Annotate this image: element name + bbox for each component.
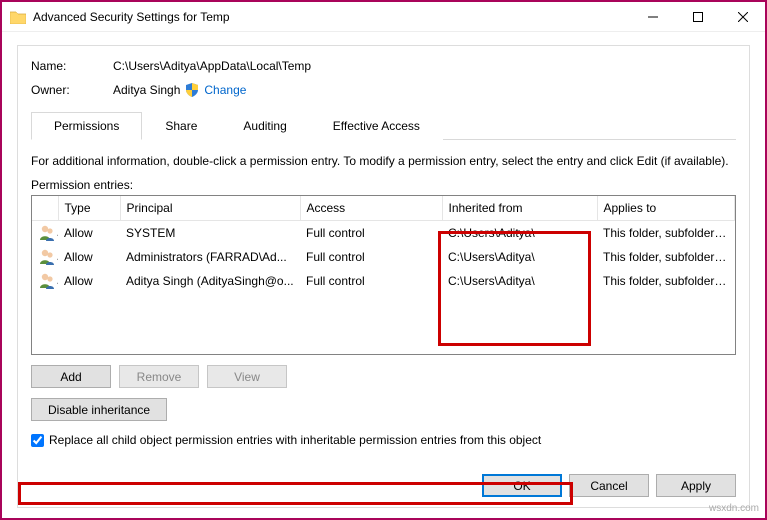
window-title: Advanced Security Settings for Temp bbox=[33, 10, 630, 24]
info-text: For additional information, double-click… bbox=[31, 154, 736, 168]
cell-type: Allow bbox=[58, 245, 120, 269]
apply-button[interactable]: Apply bbox=[656, 474, 736, 497]
name-row: Name: C:\Users\Aditya\AppData\Local\Temp bbox=[31, 59, 736, 73]
cell-principal: Aditya Singh (AdityaSingh@o... bbox=[120, 269, 300, 293]
owner-label: Owner: bbox=[31, 83, 113, 97]
add-button[interactable]: Add bbox=[31, 365, 111, 388]
tab-share[interactable]: Share bbox=[142, 112, 220, 140]
window-controls bbox=[630, 2, 765, 31]
column-principal[interactable]: Principal bbox=[120, 196, 300, 221]
cell-access: Full control bbox=[300, 245, 442, 269]
cell-access: Full control bbox=[300, 269, 442, 293]
cell-type: Allow bbox=[58, 221, 120, 246]
tab-effective-access[interactable]: Effective Access bbox=[310, 112, 443, 140]
cell-principal: Administrators (FARRAD\Ad... bbox=[120, 245, 300, 269]
window: Advanced Security Settings for Temp Name… bbox=[0, 0, 767, 520]
close-button[interactable] bbox=[720, 2, 765, 31]
user-group-icon bbox=[38, 248, 56, 266]
permission-entries-table[interactable]: Type Principal Access Inherited from App… bbox=[31, 195, 736, 355]
column-applies[interactable]: Applies to bbox=[597, 196, 735, 221]
cell-principal: SYSTEM bbox=[120, 221, 300, 246]
shield-icon bbox=[185, 83, 199, 97]
cell-inherited: C:\Users\Aditya\ bbox=[442, 221, 597, 246]
table-row[interactable]: AllowSYSTEMFull controlC:\Users\Aditya\T… bbox=[32, 221, 735, 246]
view-button: View bbox=[207, 365, 287, 388]
tab-auditing[interactable]: Auditing bbox=[220, 112, 309, 140]
cell-type: Allow bbox=[58, 269, 120, 293]
cell-applies: This folder, subfolders and files bbox=[597, 245, 735, 269]
replace-children-checkbox[interactable] bbox=[31, 434, 44, 447]
cell-inherited: C:\Users\Aditya\ bbox=[442, 245, 597, 269]
dialog-footer: OK Cancel Apply bbox=[482, 474, 736, 497]
column-type[interactable]: Type bbox=[58, 196, 120, 221]
owner-row: Owner: Aditya Singh Change bbox=[31, 83, 736, 97]
ok-button[interactable]: OK bbox=[482, 474, 562, 497]
column-access[interactable]: Access bbox=[300, 196, 442, 221]
change-owner-link[interactable]: Change bbox=[204, 83, 246, 97]
cell-applies: This folder, subfolders and files bbox=[597, 221, 735, 246]
title-bar: Advanced Security Settings for Temp bbox=[2, 2, 765, 32]
cell-applies: This folder, subfolders and files bbox=[597, 269, 735, 293]
name-label: Name: bbox=[31, 59, 113, 73]
user-group-icon bbox=[38, 224, 56, 242]
table-row[interactable]: AllowAdministrators (FARRAD\Ad...Full co… bbox=[32, 245, 735, 269]
content-area: Name: C:\Users\Aditya\AppData\Local\Temp… bbox=[2, 32, 765, 518]
user-group-icon bbox=[38, 272, 56, 290]
cell-access: Full control bbox=[300, 221, 442, 246]
cell-inherited: C:\Users\Aditya\ bbox=[442, 269, 597, 293]
remove-button: Remove bbox=[119, 365, 199, 388]
cancel-button[interactable]: Cancel bbox=[569, 474, 649, 497]
dialog-frame: Name: C:\Users\Aditya\AppData\Local\Temp… bbox=[17, 45, 750, 508]
column-inherited[interactable]: Inherited from bbox=[442, 196, 597, 221]
replace-children-label[interactable]: Replace all child object permission entr… bbox=[49, 433, 541, 447]
entry-buttons: Add Remove View bbox=[31, 365, 736, 388]
minimize-button[interactable] bbox=[630, 2, 675, 31]
name-value: C:\Users\Aditya\AppData\Local\Temp bbox=[113, 59, 311, 73]
entries-label: Permission entries: bbox=[31, 178, 736, 192]
maximize-button[interactable] bbox=[675, 2, 720, 31]
owner-value: Aditya Singh bbox=[113, 83, 180, 97]
folder-icon bbox=[10, 10, 26, 24]
table-row[interactable]: AllowAditya Singh (AdityaSingh@o...Full … bbox=[32, 269, 735, 293]
tab-bar: Permissions Share Auditing Effective Acc… bbox=[31, 111, 736, 140]
tab-permissions[interactable]: Permissions bbox=[31, 112, 142, 140]
disable-inheritance-button[interactable]: Disable inheritance bbox=[31, 398, 167, 421]
replace-children-row: Replace all child object permission entr… bbox=[31, 433, 736, 447]
column-icon[interactable] bbox=[32, 196, 58, 221]
